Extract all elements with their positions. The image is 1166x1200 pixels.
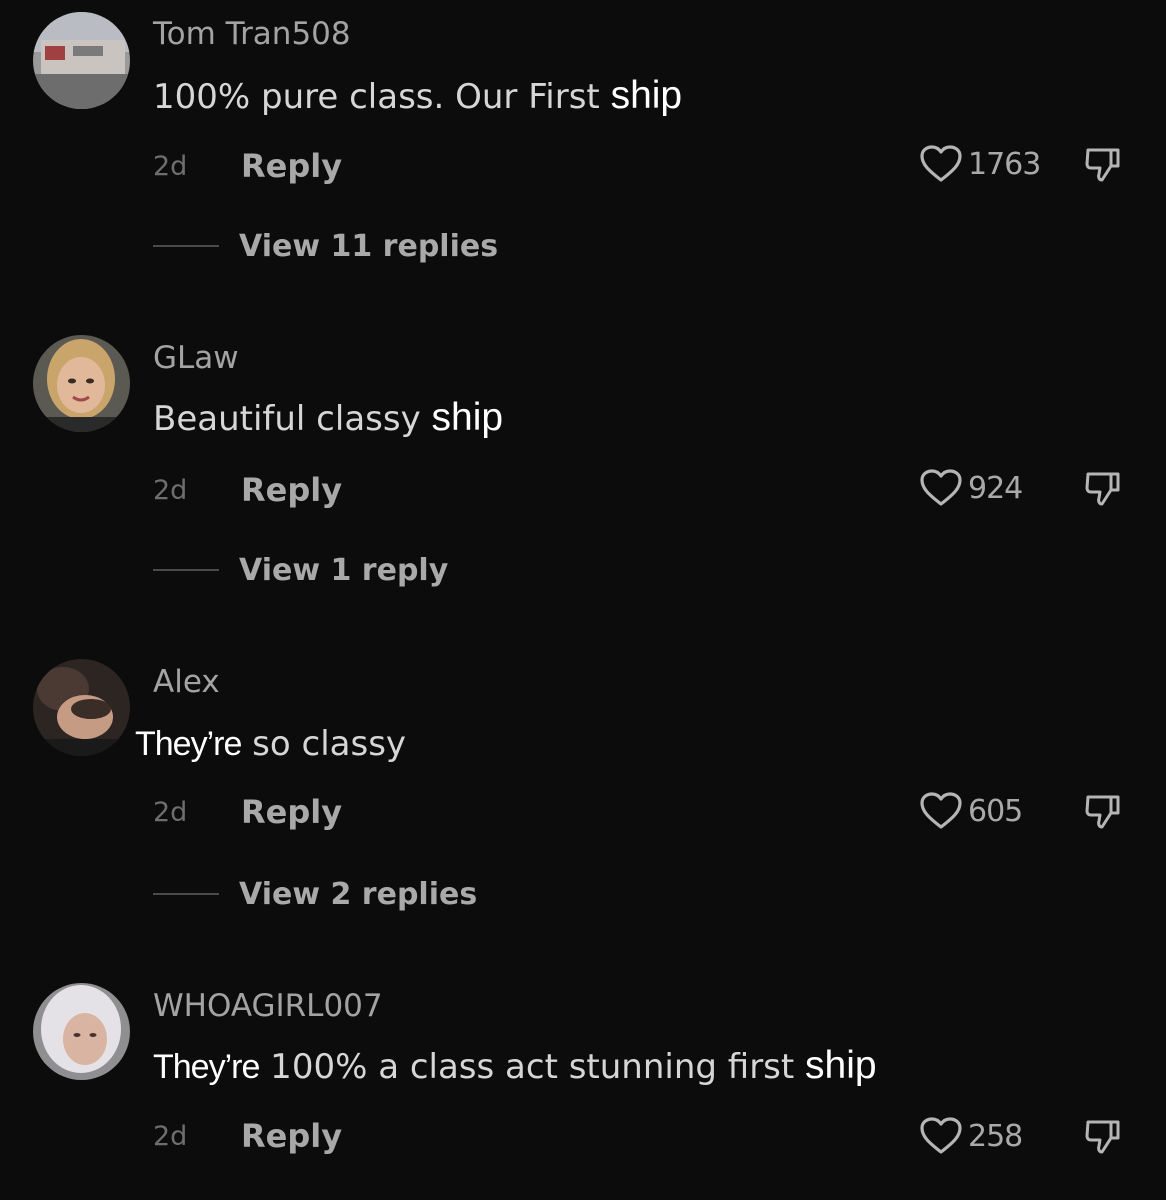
view-replies-button[interactable]: View 2 replies [153, 874, 477, 914]
timestamp: 2d [153, 1120, 188, 1152]
avatar-image [33, 983, 130, 1080]
reply-button[interactable]: Reply [241, 471, 342, 509]
heart-outline-icon [920, 1117, 962, 1154]
username[interactable]: WHOAGIRL007 [153, 988, 383, 1024]
comment-meta: 2d Reply [153, 470, 342, 510]
comment-text-part: so classy [241, 724, 407, 764]
avatar[interactable] [33, 12, 130, 109]
like-button[interactable]: 258 [918, 1114, 1023, 1158]
divider [153, 245, 219, 247]
divider [153, 569, 219, 571]
comment-text-overlay: They’re [135, 725, 242, 763]
like-button[interactable]: 924 [918, 466, 1023, 510]
comment-text: 100% pure class. Our First ship [153, 74, 682, 118]
comment-text: They’re so classy [135, 724, 406, 764]
comment-item: Tom Tran508 100% pure class. Our First s… [0, 0, 1166, 300]
dislike-button[interactable] [1078, 466, 1128, 510]
timestamp: 2d [153, 150, 188, 182]
like-button[interactable]: 1763 [918, 142, 1041, 186]
thumbs-down-icon [1085, 148, 1120, 182]
thumbs-down-icon [1085, 1120, 1120, 1154]
dislike-button[interactable] [1078, 142, 1128, 186]
dislike-button[interactable] [1078, 789, 1128, 833]
dislike-button[interactable] [1078, 1114, 1128, 1158]
like-button[interactable]: 605 [918, 789, 1023, 833]
like-count: 605 [968, 793, 1023, 829]
comment-text-overlay: ship [805, 1044, 877, 1087]
comment-meta: 2d Reply [153, 1116, 342, 1156]
reply-button[interactable]: Reply [241, 1117, 342, 1155]
like-count: 258 [968, 1118, 1023, 1154]
avatar-image [33, 12, 130, 109]
comment-text: Beautiful classy ship [153, 396, 503, 440]
comment-meta: 2d Reply [153, 792, 342, 832]
comment-item: GLaw Beautiful classy ship 2d Reply 924 … [0, 330, 1166, 630]
comment-text-overlay: ship [431, 396, 504, 439]
comment-text-overlay: ship [610, 74, 683, 117]
comment-text-part: 100% pure class. Our First [153, 77, 611, 117]
comment-text-part: Beautiful classy [153, 399, 432, 439]
like-count: 924 [968, 470, 1023, 506]
like-count: 1763 [968, 146, 1041, 182]
heart-outline-icon [920, 469, 962, 506]
view-replies-button[interactable]: View 1 reply [153, 550, 448, 590]
avatar[interactable] [33, 659, 130, 756]
username[interactable]: GLaw [153, 340, 239, 376]
thumbs-down-icon [1085, 472, 1120, 506]
timestamp: 2d [153, 474, 188, 506]
comment-text: They’re 100% a class act stunning first … [153, 1044, 877, 1088]
username[interactable]: Alex [153, 664, 220, 700]
avatar[interactable] [33, 983, 130, 1080]
heart-outline-icon [920, 792, 962, 829]
divider [153, 893, 219, 895]
comment-meta: 2d Reply [153, 146, 342, 186]
view-replies-label: View 11 replies [239, 228, 499, 264]
avatar[interactable] [33, 335, 130, 432]
avatar-image [33, 659, 130, 756]
timestamp: 2d [153, 796, 188, 828]
thumbs-down-icon [1085, 795, 1120, 829]
view-replies-button[interactable]: View 11 replies [153, 226, 498, 266]
reply-button[interactable]: Reply [241, 793, 342, 831]
comment-text-overlay: They’re [153, 1048, 260, 1086]
view-replies-label: View 2 replies [239, 876, 478, 912]
username[interactable]: Tom Tran508 [153, 16, 351, 52]
comment-item: WHOAGIRL007 They’re 100% a class act stu… [0, 978, 1166, 1200]
comment-item: Alex They’re so classy 2d Reply 605 View… [0, 654, 1166, 954]
avatar-image [33, 335, 130, 432]
heart-outline-icon [920, 145, 962, 182]
view-replies-label: View 1 reply [239, 552, 449, 588]
comment-text-part: 100% a class act stunning first [259, 1047, 806, 1087]
reply-button[interactable]: Reply [241, 147, 342, 185]
